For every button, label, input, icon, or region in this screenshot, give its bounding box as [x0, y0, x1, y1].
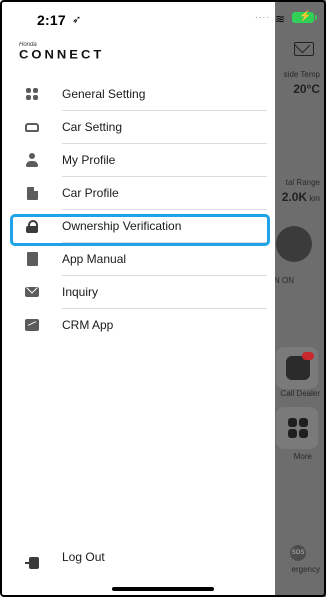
more-icon — [288, 418, 308, 438]
chart-icon — [25, 318, 39, 332]
more-label: More — [293, 452, 312, 461]
emergency-label: ergency — [291, 565, 320, 574]
background-home-screen[interactable]: side Temp 20°C tal Range 2.0K km N ON Ca… — [270, 0, 326, 597]
engine-button — [276, 226, 312, 262]
menu-item-car-setting[interactable]: Car Setting — [0, 111, 275, 143]
inside-temp-value: 20°C — [293, 82, 320, 96]
grid-icon — [25, 87, 39, 101]
signal-icon: .... — [255, 10, 271, 21]
sos-icon: SOS — [290, 545, 306, 561]
car-icon — [25, 120, 39, 134]
mail-icon — [25, 285, 39, 299]
home-indicator[interactable] — [112, 587, 214, 591]
inside-temp-label: side Temp — [283, 70, 320, 79]
document-icon — [25, 186, 39, 200]
side-drawer: Honda CONNECT General Setting Car Settin… — [0, 0, 275, 597]
logout-button[interactable]: Log Out — [0, 542, 275, 572]
call-dealer-label: Call Dealer — [280, 389, 320, 398]
phone-icon — [286, 352, 314, 380]
selection-highlight — [10, 214, 270, 246]
location-icon: ➶ — [72, 14, 82, 26]
wifi-icon: ≋ — [275, 12, 286, 26]
person-icon — [25, 153, 39, 167]
engine-status: N ON — [274, 276, 294, 285]
status-time: 2:17 — [37, 12, 66, 28]
total-range-value: 2.0K km — [281, 190, 320, 204]
menu-item-inquiry[interactable]: Inquiry — [0, 276, 275, 308]
menu-item-car-profile[interactable]: Car Profile — [0, 177, 275, 209]
menu-item-my-profile[interactable]: My Profile — [0, 144, 275, 176]
total-range-label: tal Range — [285, 178, 320, 187]
inbox-icon — [294, 42, 314, 56]
battery-icon: ⚡ — [292, 11, 317, 23]
menu-item-app-manual[interactable]: App Manual — [0, 243, 275, 275]
brand-logo: CONNECT — [19, 47, 105, 62]
book-icon — [25, 252, 39, 266]
status-bar: 2:17 ➶ .... ≋ ⚡ — [0, 0, 326, 36]
menu-item-general-setting[interactable]: General Setting — [0, 78, 275, 110]
drawer-menu: General Setting Car Setting My Profile C… — [0, 78, 275, 341]
menu-item-crm-app[interactable]: CRM App — [0, 309, 275, 341]
